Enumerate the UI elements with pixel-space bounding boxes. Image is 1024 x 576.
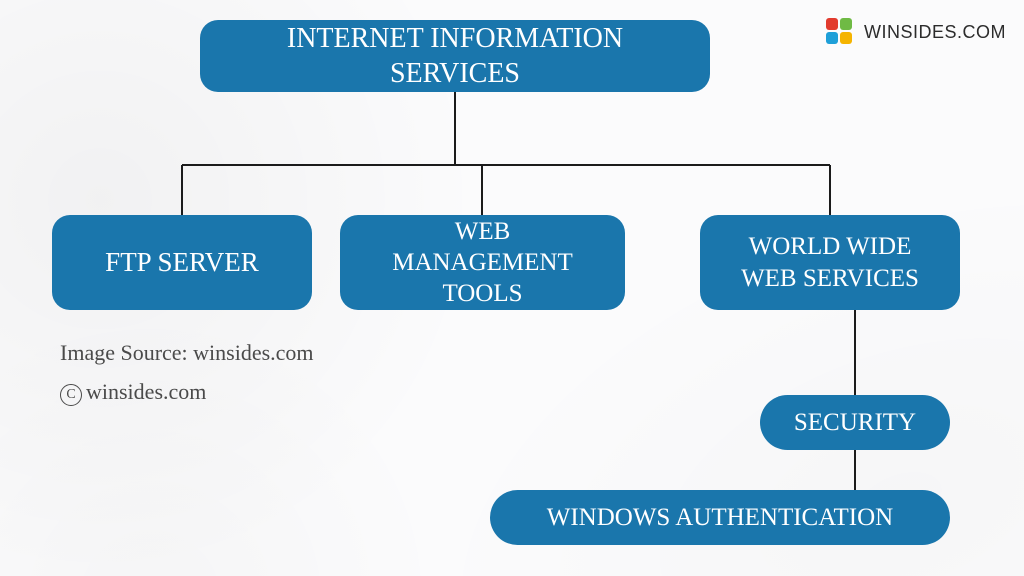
copyright-icon: C <box>60 384 82 406</box>
node-label: INTERNET INFORMATION SERVICES <box>222 21 688 91</box>
node-web-management-tools: WEB MANAGEMENT TOOLS <box>340 215 625 310</box>
node-world-wide-web-services: WORLD WIDE WEB SERVICES <box>700 215 960 310</box>
copyright-line: Cwinsides.com <box>60 374 314 409</box>
node-label: WORLD WIDE WEB SERVICES <box>722 231 938 294</box>
diagram-canvas: INTERNET INFORMATION SERVICES FTP SERVER… <box>0 0 1024 576</box>
brand-badge: WINSIDES.COM <box>826 18 1006 46</box>
copyright-text: winsides.com <box>86 379 206 404</box>
node-root-iis: INTERNET INFORMATION SERVICES <box>200 20 710 92</box>
image-source-line: Image Source: winsides.com <box>60 335 314 370</box>
windows-logo-icon <box>826 18 854 46</box>
node-ftp-server: FTP SERVER <box>52 215 312 310</box>
node-security: SECURITY <box>760 395 950 450</box>
node-label: FTP SERVER <box>105 246 259 280</box>
brand-text: WINSIDES.COM <box>864 22 1006 43</box>
node-windows-authentication: WINDOWS AUTHENTICATION <box>490 490 950 545</box>
image-credit: Image Source: winsides.com Cwinsides.com <box>60 335 314 409</box>
node-label: WINDOWS AUTHENTICATION <box>547 502 893 533</box>
node-label: WEB MANAGEMENT TOOLS <box>362 216 603 310</box>
node-label: SECURITY <box>794 407 916 438</box>
